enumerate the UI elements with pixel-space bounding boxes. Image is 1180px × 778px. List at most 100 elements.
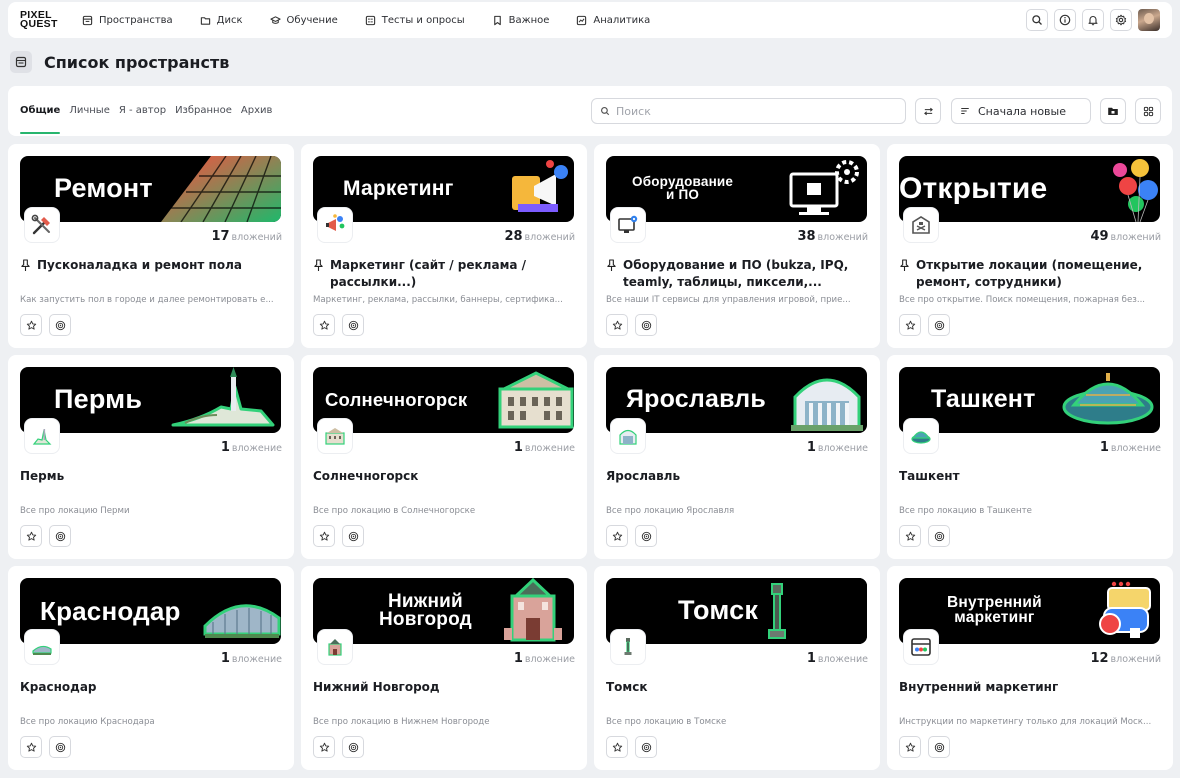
- tashkent-landmark-icon: [904, 419, 938, 453]
- attachments-count-value: 1: [220, 440, 230, 455]
- nav-spaces-label: Пространства: [99, 14, 173, 26]
- favorite-button[interactable]: [899, 314, 921, 336]
- space-title[interactable]: Томск: [606, 679, 868, 696]
- space-card[interactable]: Ташкент 1 вложение Ташкент Все про локацию в…: [887, 355, 1173, 559]
- subscribe-button[interactable]: [342, 525, 364, 547]
- space-card[interactable]: Ремонт 17 вложений Пусконаладка и ремонт по…: [8, 144, 294, 348]
- star-icon: [26, 320, 37, 331]
- space-card[interactable]: Пермь 1 вложение Пермь Все про локацию Перми: [8, 355, 294, 559]
- search-input[interactable]: [616, 104, 896, 118]
- space-banner-text: Ремонт: [54, 173, 153, 204]
- favorite-button[interactable]: [20, 736, 42, 758]
- space-tabs: Общие Личные Я - автор Избранное Архив: [20, 105, 273, 134]
- grid-view-button[interactable]: [1135, 98, 1161, 124]
- space-banner: Нижний Новгород: [313, 578, 574, 644]
- tab-favorites[interactable]: Избранное: [175, 105, 232, 120]
- subscribe-button[interactable]: [49, 314, 71, 336]
- space-title[interactable]: Оборудование и ПО (bukza, IPQ, teamly, т…: [606, 257, 868, 291]
- tab-archive[interactable]: Архив: [241, 105, 273, 120]
- search-field-icon: [601, 107, 610, 116]
- space-description: Маркетинг, реклама, рассылки, баннеры, с…: [313, 295, 563, 305]
- subscribe-button[interactable]: [928, 525, 950, 547]
- filter-toggle-button[interactable]: [915, 98, 941, 124]
- space-card[interactable]: Томск 1 вложение Томск Все про локацию в Том…: [594, 566, 880, 770]
- space-title-text: Пусконаладка и ремонт пола: [37, 258, 242, 272]
- target-icon: [348, 320, 359, 331]
- tab-general[interactable]: Общие: [20, 105, 61, 134]
- favorite-button[interactable]: [606, 314, 628, 336]
- search-box: [591, 98, 906, 124]
- space-title[interactable]: Солнечногорск: [313, 468, 575, 485]
- tab-author[interactable]: Я - автор: [119, 105, 166, 120]
- space-card[interactable]: Ярославль 1 вложение Ярославль Все про локац…: [594, 355, 880, 559]
- space-description: Все про локацию Ярославля: [606, 506, 735, 516]
- space-card-actions: [899, 736, 950, 758]
- folder-filled-icon: [1108, 107, 1118, 115]
- space-title[interactable]: Ярославль: [606, 468, 868, 485]
- space-title[interactable]: Нижний Новгород: [313, 679, 575, 696]
- space-card[interactable]: Солнечногорск 1 вложение Солнечногорск Все п…: [301, 355, 587, 559]
- space-card[interactable]: Внутренний маркетинг 12 вложений Внутренний …: [887, 566, 1173, 770]
- nav-learning-label: Обучение: [286, 14, 338, 26]
- subscribe-button[interactable]: [49, 525, 71, 547]
- favorite-button[interactable]: [606, 736, 628, 758]
- sort-select[interactable]: Сначала новые: [951, 98, 1091, 124]
- space-card-actions: [20, 314, 71, 336]
- space-title[interactable]: Пермь: [20, 468, 282, 485]
- favorite-button[interactable]: [606, 525, 628, 547]
- info-button[interactable]: [1054, 9, 1076, 31]
- space-title-text: Солнечногорск: [313, 469, 419, 483]
- space-card[interactable]: Открытие 49 вложений Открытие локации (поме…: [887, 144, 1173, 348]
- space-banner-text: Краснодар: [40, 595, 181, 626]
- subscribe-button[interactable]: [928, 314, 950, 336]
- space-title[interactable]: Маркетинг (сайт / реклама / рассылки...): [313, 257, 575, 291]
- tab-personal[interactable]: Личные: [69, 105, 110, 120]
- space-card[interactable]: Краснодар 1 вложение Краснодар Все про локац…: [8, 566, 294, 770]
- favorite-button[interactable]: [313, 525, 335, 547]
- subscribe-button[interactable]: [342, 736, 364, 758]
- space-title-text: Маркетинг (сайт / реклама / рассылки...): [330, 258, 527, 289]
- subscribe-button[interactable]: [342, 314, 364, 336]
- nav-disk[interactable]: Диск: [200, 15, 243, 26]
- space-card-actions: [606, 314, 657, 336]
- space-title[interactable]: Открытие локации (помещение, ремонт, сот…: [899, 257, 1161, 291]
- notifications-button[interactable]: [1082, 9, 1104, 31]
- favorite-button[interactable]: [20, 314, 42, 336]
- settings-button[interactable]: [1110, 9, 1132, 31]
- subscribe-button[interactable]: [635, 736, 657, 758]
- space-card[interactable]: Маркетинг 28 вложений Маркетинг (сайт / рек…: [301, 144, 587, 348]
- nav-spaces[interactable]: Пространства: [82, 15, 173, 26]
- space-title[interactable]: Внутренний маркетинг: [899, 679, 1161, 696]
- user-avatar[interactable]: [1138, 9, 1160, 31]
- space-title[interactable]: Ташкент: [899, 468, 1161, 485]
- attachments-count: 1 вложение: [807, 440, 868, 455]
- favorite-button[interactable]: [313, 314, 335, 336]
- nav-tests[interactable]: Тесты и опросы: [365, 15, 465, 26]
- space-card[interactable]: Оборудование и ПО 38 вложений Оборудование и…: [594, 144, 880, 348]
- target-icon: [348, 742, 359, 753]
- favorite-button[interactable]: [899, 736, 921, 758]
- info-icon: [1059, 14, 1071, 26]
- space-title[interactable]: Пусконаладка и ремонт пола: [20, 257, 282, 274]
- nav-analytics[interactable]: Аналитика: [576, 15, 650, 26]
- create-folder-button[interactable]: [1100, 98, 1126, 124]
- subscribe-button[interactable]: [635, 314, 657, 336]
- space-title[interactable]: Краснодар: [20, 679, 282, 696]
- subscribe-button[interactable]: [635, 525, 657, 547]
- subscribe-button[interactable]: [928, 736, 950, 758]
- favorite-button[interactable]: [313, 736, 335, 758]
- space-card[interactable]: Нижний Новгород 1 вложение Нижний Новгород Вс…: [301, 566, 587, 770]
- nav-important[interactable]: Важное: [492, 15, 549, 26]
- space-description: Как запустить пол в городе и далее ремон…: [20, 295, 274, 305]
- space-banner: Маркетинг: [313, 156, 574, 222]
- search-button[interactable]: [1026, 9, 1048, 31]
- pixel-quest-logo[interactable]: PIXEL QUEST: [20, 10, 64, 30]
- target-icon: [934, 531, 945, 542]
- subscribe-button[interactable]: [49, 736, 71, 758]
- favorite-button[interactable]: [20, 525, 42, 547]
- space-banner: Солнечногорск: [313, 367, 574, 433]
- favorite-button[interactable]: [899, 525, 921, 547]
- folder-icon: [200, 16, 210, 25]
- space-card-actions: [899, 525, 950, 547]
- nav-learning[interactable]: Обучение: [269, 14, 338, 26]
